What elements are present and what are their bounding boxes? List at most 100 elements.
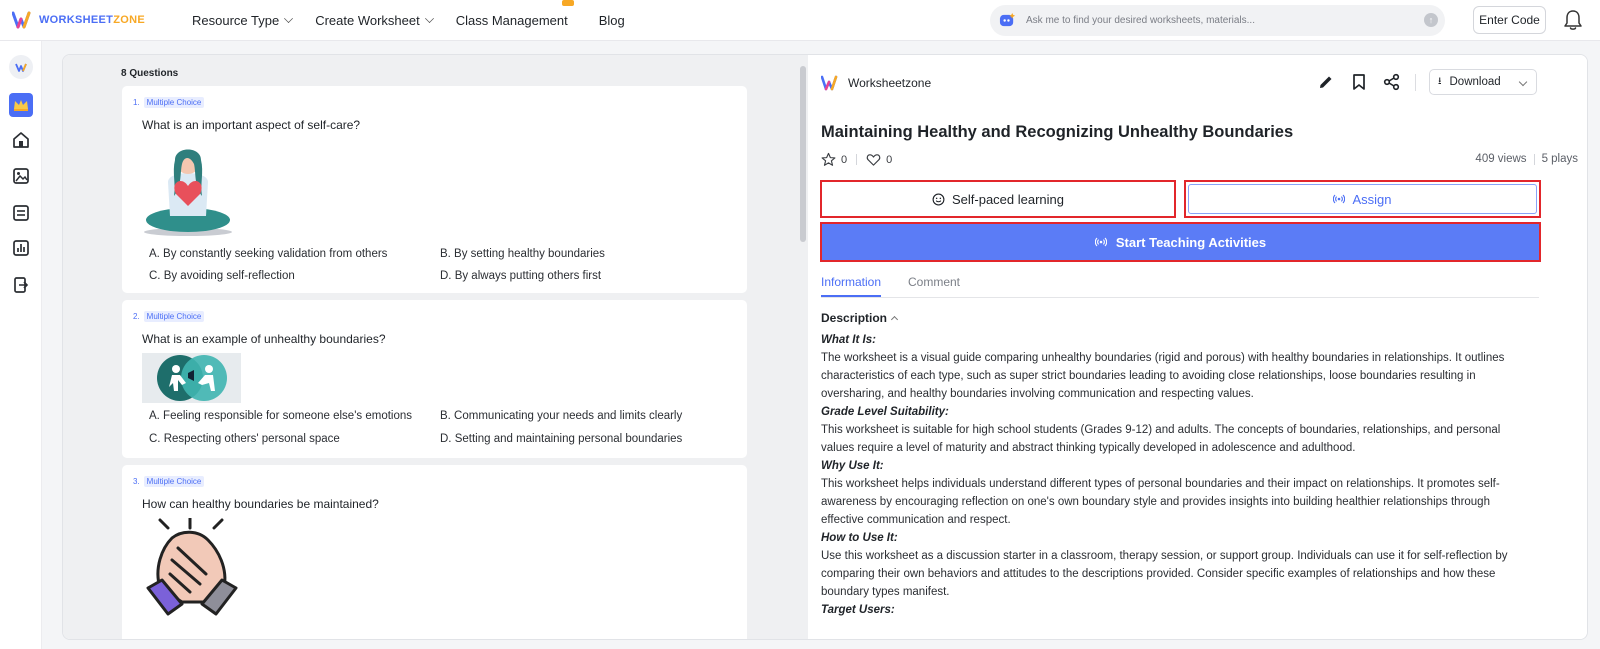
self-paced-learning-button[interactable]: Self-paced learning: [820, 180, 1176, 218]
question-card[interactable]: 1. Multiple Choice What is an important a…: [122, 86, 747, 293]
bell-icon[interactable]: [1563, 9, 1583, 31]
option-d: D. By always putting others first: [440, 270, 602, 282]
share-icon[interactable]: [1382, 72, 1402, 92]
publisher[interactable]: Worksheetzone: [821, 74, 931, 92]
description-toggle[interactable]: Description: [821, 311, 899, 325]
nav-create-worksheet-label: Create Worksheet: [315, 12, 420, 28]
question-text: How can healthy boundaries be maintained…: [142, 497, 379, 511]
download-icon: ⭳: [1438, 75, 1442, 87]
start-teaching-label: Start Teaching Activities: [1115, 234, 1267, 250]
chevron-down-icon: [1518, 77, 1528, 87]
nav-class-management-label: Class Management: [455, 12, 568, 28]
questions-panel[interactable]: 8 Questions 1. Multiple Choice What is an…: [63, 55, 817, 639]
description-paragraph: This worksheet helps individuals underst…: [821, 478, 1500, 526]
view-count: 409 views: [1475, 153, 1527, 165]
nav-create-worksheet[interactable]: Create Worksheet: [315, 13, 434, 28]
option-a: A. Feeling responsible for someone else'…: [149, 410, 413, 422]
nav-blog-label: Blog: [598, 12, 625, 28]
crown-icon[interactable]: [9, 93, 33, 117]
image-icon[interactable]: [9, 164, 33, 188]
boundaries-illustration: [142, 353, 241, 403]
option-c: C. By avoiding self-reflection: [149, 270, 295, 282]
heart-icon[interactable]: [866, 152, 881, 167]
play-count: 5 plays: [1541, 153, 1578, 165]
detail-tabs: Information Comment: [821, 274, 1539, 298]
description-label: Description: [821, 311, 888, 325]
user-avatar-icon[interactable]: [9, 55, 33, 79]
question-type-badge: Multiple Choice: [143, 311, 205, 322]
logo-text: WORKSHEETZONE: [39, 14, 145, 26]
main-nav: Resource Type Create Worksheet Class Man…: [192, 0, 647, 28]
option-a: A. By constantly seeking validation from…: [149, 248, 388, 260]
description-heading: Target Users:: [821, 604, 895, 616]
description-paragraph: This worksheet is suitable for high scho…: [821, 424, 1501, 454]
publisher-logo-icon: [821, 75, 838, 91]
home-icon[interactable]: [9, 128, 33, 152]
chevron-up-icon: [890, 315, 899, 324]
tab-information[interactable]: Information: [821, 275, 882, 297]
question-number: 2. Multiple Choice: [133, 311, 205, 322]
chevron-down-icon: [284, 14, 294, 23]
ai-sparkle-icon: [999, 12, 1016, 27]
nav-resource-type[interactable]: Resource Type: [192, 12, 294, 28]
question-text: What is an example of unhealthy boundari…: [142, 332, 386, 346]
star-count: 0: [841, 153, 848, 166]
start-teaching-button[interactable]: Start Teaching Activities: [820, 222, 1541, 262]
edit-icon[interactable]: [1316, 72, 1336, 92]
search-input[interactable]: [1026, 15, 1426, 26]
assign-button[interactable]: Assign: [1184, 180, 1541, 218]
option-d: D. Setting and maintaining personal boun…: [440, 433, 683, 445]
option-c: C. Respecting others' personal space: [149, 433, 340, 445]
rating-stats: 0 0: [821, 152, 892, 167]
search-bar[interactable]: ↑: [990, 5, 1445, 36]
question-type-badge: Multiple Choice: [143, 476, 205, 487]
worksheet-title: Maintaining Healthy and Recognizing Unhe…: [821, 123, 1294, 141]
exit-icon[interactable]: [9, 273, 33, 297]
broadcast-icon: [1094, 237, 1107, 247]
stats-divider: [1533, 153, 1535, 165]
description-heading: How to Use It:: [821, 532, 898, 544]
chart-icon[interactable]: [9, 236, 33, 260]
download-button[interactable]: ⭳ Download: [1429, 69, 1537, 95]
library-icon[interactable]: [9, 201, 33, 225]
description-heading: Why Use It:: [821, 460, 884, 472]
description-paragraph: The worksheet is a visual guide comparin…: [821, 352, 1505, 400]
stats-divider: [856, 154, 858, 165]
description-heading: Grade Level Suitability:: [821, 406, 949, 418]
assign-label: Assign: [1352, 191, 1392, 207]
left-rail: [0, 41, 42, 649]
self-care-illustration: [144, 149, 232, 236]
nav-blog[interactable]: Blog: [599, 13, 625, 28]
publisher-name: Worksheetzone: [848, 76, 932, 90]
description-paragraph: Use this worksheet as a discussion start…: [821, 550, 1508, 598]
star-icon[interactable]: [821, 152, 836, 167]
nav-class-management[interactable]: Class Management: [455, 0, 574, 28]
detail-panel: Worksheetzone ⭳ Download Maintaining Hea…: [808, 55, 1587, 639]
question-card[interactable]: 3. Multiple Choice How can healthy bounda…: [122, 465, 747, 639]
option-b: B. Communicating your needs and limits c…: [440, 410, 683, 422]
enter-code-button[interactable]: Enter Code: [1473, 6, 1546, 34]
option-b: B. By setting healthy boundaries: [440, 248, 605, 260]
usage-stats: 409 views 5 plays: [1475, 153, 1578, 165]
question-type-badge: Multiple Choice: [143, 97, 205, 108]
handshake-illustration: [146, 518, 238, 616]
like-count: 0: [886, 153, 893, 166]
bookmark-icon[interactable]: [1349, 72, 1369, 92]
question-number: 3. Multiple Choice: [133, 476, 205, 487]
nav-resource-type-label: Resource Type: [192, 12, 280, 28]
question-number: 1. Multiple Choice: [133, 97, 205, 108]
logo-mark-icon: [12, 11, 31, 29]
description-heading: What It Is:: [821, 334, 876, 346]
tab-comment[interactable]: Comment: [908, 275, 960, 289]
question-count: 8 Questions: [121, 68, 179, 79]
site-logo[interactable]: WORKSHEETZONE: [12, 10, 162, 30]
search-submit-icon[interactable]: ↑: [1424, 13, 1438, 27]
question-text: What is an important aspect of self-care…: [142, 118, 361, 132]
chevron-down-icon: [424, 14, 434, 23]
worksheet-frame: 8 Questions 1. Multiple Choice What is an…: [62, 54, 1588, 640]
question-card[interactable]: 2. Multiple Choice What is an example of …: [122, 300, 747, 458]
smile-icon: [932, 193, 945, 205]
self-paced-label: Self-paced learning: [951, 191, 1065, 207]
questions-scrollbar[interactable]: [800, 66, 806, 242]
download-label: Download: [1449, 76, 1501, 88]
